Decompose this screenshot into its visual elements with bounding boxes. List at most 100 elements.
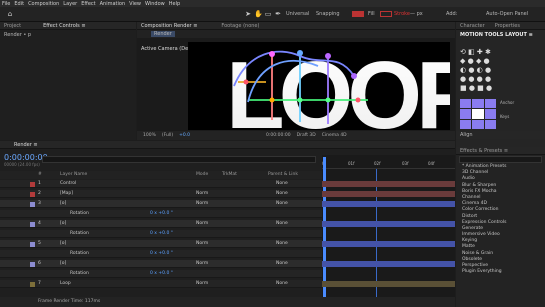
selection-tool-icon[interactable]: ➤ [244,10,252,18]
anchor-grid[interactable] [460,99,496,129]
menu-window[interactable]: Window [145,1,165,7]
rectangle-tool-icon[interactable]: ▭ [264,10,272,18]
layer-track-bar[interactable] [322,211,455,217]
layer-track-bar[interactable] [322,241,455,247]
tab-character[interactable]: Character [460,23,485,29]
menu-edit[interactable]: Edit [14,1,24,7]
tab-properties[interactable]: Properties [495,23,520,29]
motion-tools-icons[interactable]: ⟲ ◧ ✚ ✱ ◆ ● ◆ ● ◐ ● ◐ ● ● ● ● ● ■ ● ■ ● [460,48,540,93]
layer-color-label[interactable] [30,181,35,187]
viewer-timecode[interactable]: 0:00:00:00 [266,133,291,138]
layer-parent[interactable]: None [276,240,288,248]
tab-footage[interactable]: Footage (none) [221,23,259,29]
home-icon[interactable]: ⌂ [6,10,14,18]
layer-color-label[interactable] [30,241,35,247]
layer-color-label[interactable] [30,221,35,227]
layer-row[interactable]: 5 [o] Norm None [0,240,322,248]
layer-mode[interactable]: Norm [196,240,208,248]
layer-mode[interactable]: Norm [196,280,208,288]
layer-row[interactable]: 3 [o] Norm None [0,200,322,208]
layer-row[interactable]: 6 [o] Norm None [0,260,322,268]
tab-render-timeline[interactable]: Render ≡ [14,142,38,148]
layer-track-bar[interactable] [322,231,455,237]
render-subtab[interactable]: Render [151,31,175,37]
layer-track-bar[interactable] [322,201,455,207]
layer-track-bar[interactable] [322,271,455,277]
layer-name[interactable]: [o] [60,260,66,268]
layer-name[interactable]: [o] [60,200,66,208]
layer-name[interactable]: [o] [60,240,66,248]
layer-track-bar[interactable] [322,191,455,197]
layer-parent[interactable]: None [276,220,288,228]
layer-name[interactable]: Loop [60,280,71,288]
exposure-value[interactable]: +0.0 [179,133,190,138]
layer-value[interactable]: 0 x +0.0 ° [150,250,173,258]
layer-track-bar[interactable] [322,251,455,257]
fill-swatch[interactable] [352,11,364,17]
layer-value[interactable]: 0 x +0.0 ° [150,230,173,238]
stroke-swatch[interactable] [380,11,392,17]
layer-mode[interactable]: Norm [196,220,208,228]
layer-mode[interactable]: Norm [196,190,208,198]
menu-animation[interactable]: Animation [100,1,126,7]
menu-layer[interactable]: Layer [63,1,77,7]
menu-file[interactable]: File [2,1,10,7]
layer-track-bar[interactable] [322,281,455,287]
layer-parent[interactable]: None [276,200,288,208]
layer-name[interactable]: Control [60,180,76,188]
layer-parent[interactable]: None [276,260,288,268]
effects-category[interactable]: Plugin Everything [456,269,545,275]
stroke-width[interactable]: — px [410,11,423,17]
layer-name[interactable]: Rotation [70,210,89,218]
effects-search[interactable] [459,156,542,163]
layer-color-label[interactable] [30,281,35,287]
layer-color-label[interactable] [30,212,35,217]
renderer-dropdown[interactable]: Cinema 4D [322,133,347,138]
layer-name[interactable]: Rotation [70,250,89,258]
layer-name[interactable]: [o] [60,220,66,228]
layer-row[interactable]: 7 Loop Norm None [0,280,322,288]
layer-track-bar[interactable] [322,181,455,187]
layer-track-bar[interactable] [322,261,455,267]
layer-row[interactable]: 2 [Map] Norm None [0,190,322,198]
layer-value[interactable]: 0 x +0.0 ° [150,210,173,218]
layer-row[interactable]: Rotation 0 x +0.0 ° [0,210,322,218]
layer-color-label[interactable] [30,191,35,197]
auto-open-checkbox[interactable]: Auto-Open Panel [486,11,528,17]
layer-color-label[interactable] [30,261,35,267]
timeline-search[interactable] [42,156,316,163]
resolution-dropdown[interactable]: (Full) [162,133,173,138]
layer-name[interactable]: Rotation [70,270,89,278]
align-tab[interactable]: Align [456,131,545,139]
layer-row[interactable]: 4 [o] Norm None [0,220,322,228]
tab-project[interactable]: Project [4,23,21,29]
layer-mode[interactable]: Norm [196,200,208,208]
composition-viewer[interactable]: LOOP [188,42,483,149]
layer-color-label[interactable] [30,252,35,257]
layer-parent[interactable]: None [276,180,288,188]
layer-name[interactable]: [Map] [60,190,73,198]
menu-composition[interactable]: Composition [28,1,59,7]
universal-label[interactable]: Universal [286,11,309,17]
layer-row[interactable]: 1 Control None [0,180,322,188]
time-ruler[interactable]: 0f 01f 02f 03f 04f [322,161,455,169]
layer-row[interactable]: Rotation 0 x +0.0 ° [0,230,322,238]
zoom-dropdown[interactable]: 100% [143,133,156,138]
hand-tool-icon[interactable]: ✋ [254,10,263,18]
layer-parent[interactable]: None [276,190,288,198]
layer-color-label[interactable] [30,232,35,237]
layer-color-label[interactable] [30,272,35,277]
menu-view[interactable]: View [129,1,141,7]
layer-value[interactable]: 0 x +0.0 ° [150,270,173,278]
effects-title[interactable]: Effects & Presets ≡ [456,147,545,155]
snapping-label[interactable]: Snapping [316,11,340,17]
menu-help[interactable]: Help [169,1,180,7]
draft-3d-toggle[interactable]: Draft 3D [297,133,316,138]
tab-effect-controls[interactable]: Effect Controls ≡ [43,23,85,29]
tab-composition[interactable]: Composition Render ≡ [141,23,197,29]
layer-color-label[interactable] [30,201,35,207]
layer-name[interactable]: Rotation [70,230,89,238]
menu-effect[interactable]: Effect [81,1,95,7]
layer-parent[interactable]: None [276,280,288,288]
layer-row[interactable]: Rotation 0 x +0.0 ° [0,250,322,258]
